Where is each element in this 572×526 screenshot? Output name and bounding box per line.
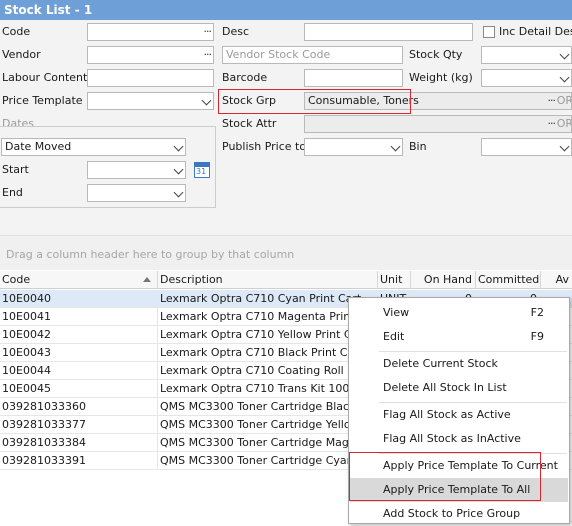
column-header-description[interactable]: Description — [158, 271, 378, 289]
calendar-icon[interactable]: 31 — [194, 162, 210, 178]
vendor-lookup-icon[interactable]: ··· — [204, 47, 212, 63]
column-header-available[interactable]: Av — [541, 271, 572, 289]
cell-description: Lexmark Optra C710 Black Print Cart — [158, 344, 378, 361]
cell-description: QMS MC3300 Toner Cartridge Yellow 6K — [160, 416, 378, 433]
menu-item-flag-all-active[interactable]: Flag All Stock as Active — [350, 403, 568, 427]
date-type-value: Date Moved — [5, 140, 72, 153]
stock-grp-lookup-icon[interactable]: ··· — [548, 93, 556, 109]
bin-select[interactable] — [481, 138, 572, 156]
menu-item-add-stock-to-price-group[interactable]: Add Stock to Price Group — [350, 502, 568, 526]
publish-price-select[interactable] — [304, 138, 403, 156]
cell-description: QMS MC3300 Toner Cartridge Magenta — [158, 434, 378, 451]
cell-code: 10E0042 — [0, 326, 158, 343]
desc-label: Desc — [222, 25, 250, 38]
menu-item-edit[interactable]: Edit F9 — [350, 325, 568, 349]
menu-item-view[interactable]: View F2 — [350, 301, 568, 325]
menu-item-flag-all-inactive[interactable]: Flag All Stock as InActive — [350, 427, 568, 451]
cell-description: Lexmark Optra C710 Coating Roll — [158, 362, 378, 379]
date-type-select[interactable]: Date Moved — [1, 138, 186, 156]
cell-code: 10E0043 — [0, 344, 158, 361]
column-header-committed[interactable]: Committed — [476, 271, 541, 289]
cell-code: 039281033360 — [0, 398, 158, 415]
chevron-down-icon — [559, 141, 570, 152]
cell-code: 039281033384 — [0, 434, 158, 451]
menu-item-label: Edit — [383, 330, 405, 343]
cell-code: 10E0041 — [0, 308, 158, 325]
code-lookup-icon[interactable]: ··· — [204, 24, 212, 40]
cell-description: Lexmark Optra C710 Yellow Print Cart — [158, 326, 378, 343]
vendor-label: Vendor — [2, 48, 41, 61]
bin-label: Bin — [409, 140, 427, 153]
stock-qty-label: Stock Qty — [409, 48, 463, 61]
end-label: End — [2, 186, 23, 199]
sort-ascending-icon — [143, 277, 151, 282]
chevron-down-icon — [559, 72, 570, 83]
cell-code: 039281033391 — [0, 452, 158, 469]
vendor-field[interactable]: ··· — [87, 46, 214, 64]
column-header-code[interactable]: Code — [0, 271, 158, 289]
code-field[interactable]: ··· — [87, 23, 214, 41]
chevron-down-icon — [201, 95, 212, 106]
menu-item-delete-current-stock[interactable]: Delete Current Stock — [350, 352, 568, 376]
menu-item-label: View — [383, 306, 410, 319]
start-label: Start — [2, 163, 29, 176]
context-menu: View F2 Edit F9 Delete Current Stock Delet… — [348, 297, 570, 524]
cell-description: Lexmark Optra C710 Magenta Print Cart — [160, 308, 378, 325]
cell-description: QMS MC3300 Toner Cartridge Cyan 6.5K — [160, 452, 378, 469]
calendar-day: 31 — [196, 167, 207, 176]
inc-detail-desc-label: Inc Detail Desc — [499, 25, 572, 38]
publish-price-label: Publish Price to — [222, 140, 307, 153]
chevron-down-icon — [173, 187, 184, 198]
column-header-code-label: Code — [2, 273, 31, 286]
barcode-label: Barcode — [222, 71, 268, 84]
column-header-unit[interactable]: Unit — [378, 271, 411, 289]
column-header-on-hand[interactable]: On Hand — [411, 271, 476, 289]
cell-code: 039281033377 — [0, 416, 158, 433]
end-date-select[interactable] — [87, 184, 186, 202]
inc-detail-desc-checkbox[interactable] — [483, 26, 495, 38]
weight-label: Weight (kg) — [409, 71, 473, 84]
cell-code: 10E0044 — [0, 362, 158, 379]
cell-description: QMS MC3300 Toner Cartridge Black 9K — [158, 398, 378, 415]
stock-grp-highlight — [218, 89, 411, 114]
stock-attr-lookup-icon[interactable]: ··· — [548, 116, 556, 132]
start-date-select[interactable] — [87, 161, 186, 179]
group-by-hint: Drag a column header here to group by th… — [6, 248, 295, 261]
apply-price-template-highlight — [349, 452, 541, 501]
cell-description: Lexmark Optra C710 Cyan Print Cart — [158, 290, 378, 307]
stock-grp-or[interactable]: OR — [557, 93, 571, 109]
menu-item-shortcut: F9 — [530, 330, 544, 343]
grid-header: Code Description Unit On Hand Committed … — [0, 271, 572, 289]
code-label: Code — [2, 25, 31, 38]
filter-panel: Code ··· Desc Inc Detail Desc Vendor ···… — [0, 20, 572, 270]
weight-select[interactable] — [481, 69, 572, 87]
vendor-stock-code-field[interactable]: Vendor Stock Code — [222, 46, 403, 64]
barcode-field[interactable] — [304, 69, 403, 87]
stock-attr-label: Stock Attr — [222, 117, 277, 130]
chevron-down-icon — [173, 164, 184, 175]
stock-qty-select[interactable] — [481, 46, 572, 64]
labour-content-field[interactable] — [87, 69, 214, 87]
menu-item-shortcut: F2 — [530, 306, 544, 319]
desc-field[interactable] — [304, 23, 473, 41]
price-template-select[interactable] — [87, 92, 214, 110]
labour-content-label: Labour Content — [2, 71, 88, 84]
cell-code: 10E0045 — [0, 380, 158, 397]
cell-code: 10E0040 — [0, 290, 158, 307]
chevron-down-icon — [559, 49, 570, 60]
chevron-down-icon — [390, 141, 401, 152]
menu-item-delete-all-stock[interactable]: Delete All Stock In List — [350, 376, 568, 400]
chevron-down-icon — [173, 141, 184, 152]
stock-attr-or[interactable]: OR — [557, 116, 571, 132]
window-title: Stock List - 1 — [0, 0, 572, 20]
group-by-panel[interactable]: Drag a column header here to group by th… — [0, 235, 572, 270]
cell-description: Lexmark Optra C710 Trans Kit 100k Imag — [160, 380, 378, 397]
stock-attr-field[interactable]: ··· OR — [304, 115, 572, 133]
price-template-label: Price Template — [2, 94, 83, 107]
